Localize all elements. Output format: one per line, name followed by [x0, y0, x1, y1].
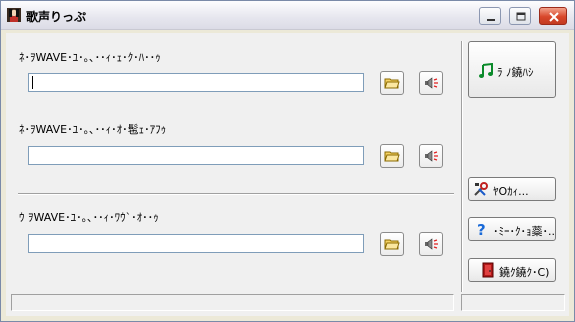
- svg-text:?: ?: [477, 221, 486, 237]
- play-button-2[interactable]: [419, 144, 443, 168]
- browse-button-1[interactable]: [380, 71, 404, 95]
- wave-input-2[interactable]: [28, 146, 364, 165]
- window-title: 歌声りっぷ: [26, 10, 87, 24]
- input-label-1: ﾈ･ｦWAVE･ﾕ･｡､･･ｨ･ｪ･ｸ･ﾊ･･ｩ: [19, 51, 161, 64]
- title-bar[interactable]: 歌声りっぷ: [1, 1, 574, 30]
- exit-button[interactable]: 鐃ｸ鐃ｸ･C): [468, 258, 556, 282]
- client-area: ﾈ･ｦWAVE･ﾕ･｡､･･ｨ･ｪ･ｸ･ﾊ･･ｩ ﾈ･ｦWAVE･ﾕ･｡､･･ｨ…: [6, 33, 569, 316]
- app-icon: [7, 8, 21, 22]
- maximize-button[interactable]: [509, 7, 531, 25]
- tools-icon: [474, 182, 488, 196]
- input-label-2: ﾈ･ｦWAVE･ﾕ･｡､･･ｨ･ｵ･髢ｪ･ｱﾌｩ: [19, 123, 167, 136]
- settings-label: ﾔOｶｨ...: [493, 185, 529, 198]
- folder-icon: [384, 78, 400, 89]
- status-pane-main: [11, 294, 454, 311]
- speaker-icon: [425, 150, 438, 162]
- text-caret: [32, 76, 33, 89]
- vertical-separator: [461, 41, 463, 292]
- close-button[interactable]: [539, 7, 567, 25]
- wave-input-1[interactable]: [28, 73, 364, 92]
- minimize-icon: [487, 19, 495, 21]
- music-note-icon: [479, 63, 493, 78]
- horizontal-separator: [18, 193, 454, 195]
- wave-output[interactable]: [28, 234, 364, 253]
- folder-icon: [384, 151, 400, 162]
- minimize-button[interactable]: [479, 7, 501, 25]
- speaker-icon: [425, 77, 438, 89]
- output-label: ｳ ｦWAVE･ﾕ･｡､･･ｨ･ﾜｳ`･ｵ･･ｩ: [19, 211, 159, 224]
- browse-button-3[interactable]: [380, 232, 404, 256]
- browse-button-2[interactable]: [380, 144, 404, 168]
- play-button-3[interactable]: [419, 232, 443, 256]
- help-button[interactable]: ? ･ﾐｰ･ｸ･ｮ蘂･..: [468, 217, 556, 241]
- play-button-1[interactable]: [419, 71, 443, 95]
- status-pane-side: [461, 294, 565, 311]
- exit-label: 鐃ｸ鐃ｸ･C): [499, 266, 550, 279]
- main-action-label: ﾗ ﾉ鐃ﾊｼ: [497, 66, 534, 79]
- settings-button[interactable]: ﾔOｶｨ...: [468, 177, 556, 201]
- close-icon: [549, 12, 559, 22]
- help-label: ･ﾐｰ･ｸ･ｮ蘂･..: [493, 225, 555, 238]
- speaker-icon: [425, 238, 438, 250]
- folder-icon: [384, 239, 400, 250]
- status-bar: [6, 293, 569, 315]
- maximize-icon: [516, 12, 526, 21]
- main-window: 歌声りっぷ ﾈ･ｦWAVE･ﾕ･｡､･･ｨ･ｪ･ｸ･ﾊ･･ｩ ﾈ･ｦWAVE･ﾕ…: [0, 0, 575, 322]
- exit-door-icon: [482, 262, 494, 278]
- question-icon: ?: [477, 221, 486, 237]
- main-action-button[interactable]: ﾗ ﾉ鐃ﾊｼ: [468, 41, 556, 98]
